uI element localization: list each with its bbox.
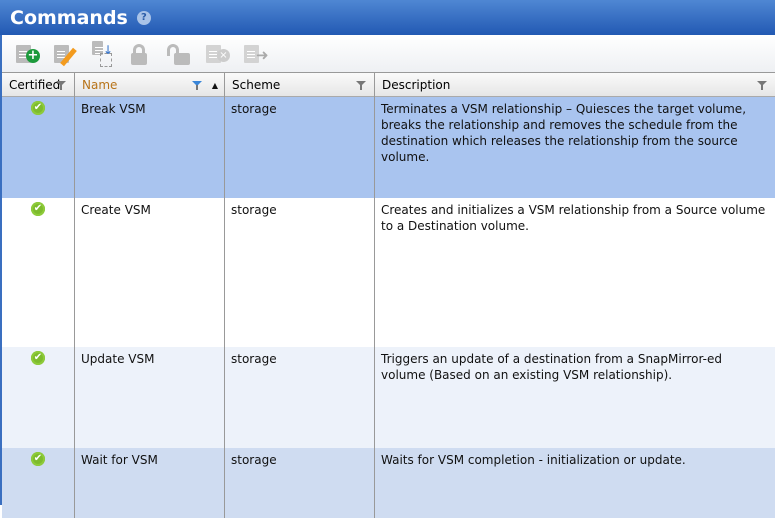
cell-scheme: storage [225, 347, 375, 448]
filter-icon[interactable] [356, 81, 366, 90]
column-header-description[interactable]: Description [375, 73, 775, 97]
table-row[interactable]: ✔ Create VSM storage Creates and initial… [2, 198, 775, 347]
column-header-name[interactable]: Name ▲ [75, 73, 225, 97]
cell-description: Triggers an update of a destination from… [381, 352, 722, 382]
cell-scheme: storage [225, 448, 375, 518]
help-icon[interactable]: ? [136, 10, 151, 25]
table-row[interactable]: ✔ Break VSM storage Terminates a VSM rel… [2, 97, 775, 198]
certified-badge-icon: ✔ [31, 351, 45, 365]
column-header-scheme[interactable]: Scheme [225, 73, 375, 97]
delete-icon: × [217, 48, 230, 62]
plus-icon: + [26, 47, 40, 63]
cell-scheme: storage [225, 97, 375, 198]
cell-certified: ✔ [2, 97, 75, 198]
sort-ascending-icon[interactable]: ▲ [212, 81, 218, 90]
toolbar: + ↓ × ➜ [0, 35, 775, 72]
cell-certified: ✔ [2, 448, 75, 518]
edit-command-button[interactable] [52, 41, 80, 67]
commands-table: Certified Name ▲ Scheme Description ✔ Bre… [0, 72, 775, 518]
certified-badge-icon: ✔ [31, 452, 45, 466]
cell-certified: ✔ [2, 198, 75, 347]
cell-name: Create VSM [75, 198, 225, 347]
page-title: Commands [10, 6, 128, 29]
certified-badge-icon: ✔ [31, 202, 45, 216]
filter-active-icon[interactable] [192, 81, 202, 90]
filter-icon[interactable] [56, 81, 66, 90]
import-command-button[interactable]: ↓ [90, 40, 118, 67]
title-bar: Commands ? [0, 0, 775, 35]
certified-badge-icon: ✔ [31, 101, 45, 115]
filter-icon[interactable] [757, 81, 767, 90]
export-command-button[interactable]: ➜ [242, 41, 270, 67]
cell-description: Waits for VSM completion - initializatio… [381, 453, 686, 467]
arrow-right-icon: ➜ [256, 45, 269, 64]
cell-name: Break VSM [75, 97, 225, 198]
column-label: Scheme [232, 78, 281, 92]
column-label: Name [82, 78, 118, 92]
cell-name: Wait for VSM [75, 448, 225, 518]
table-row[interactable]: ✔ Wait for VSM storage Waits for VSM com… [2, 448, 775, 518]
unlock-button[interactable] [166, 41, 194, 67]
cell-certified: ✔ [2, 347, 75, 448]
lock-button[interactable] [128, 41, 156, 67]
cell-name: Update VSM [75, 347, 225, 448]
table-row[interactable]: ✔ Update VSM storage Triggers an update … [2, 347, 775, 448]
column-label: Certified [9, 78, 61, 92]
table-header: Certified Name ▲ Scheme Description [2, 72, 775, 97]
column-header-certified[interactable]: Certified [2, 73, 75, 97]
add-command-button[interactable]: + [14, 41, 42, 67]
cell-description: Terminates a VSM relationship – Quiesces… [381, 102, 747, 164]
cell-description: Creates and initializes a VSM relationsh… [381, 203, 766, 233]
cell-scheme: storage [225, 198, 375, 347]
delete-command-button[interactable]: × [204, 41, 232, 67]
column-label: Description [382, 78, 451, 92]
